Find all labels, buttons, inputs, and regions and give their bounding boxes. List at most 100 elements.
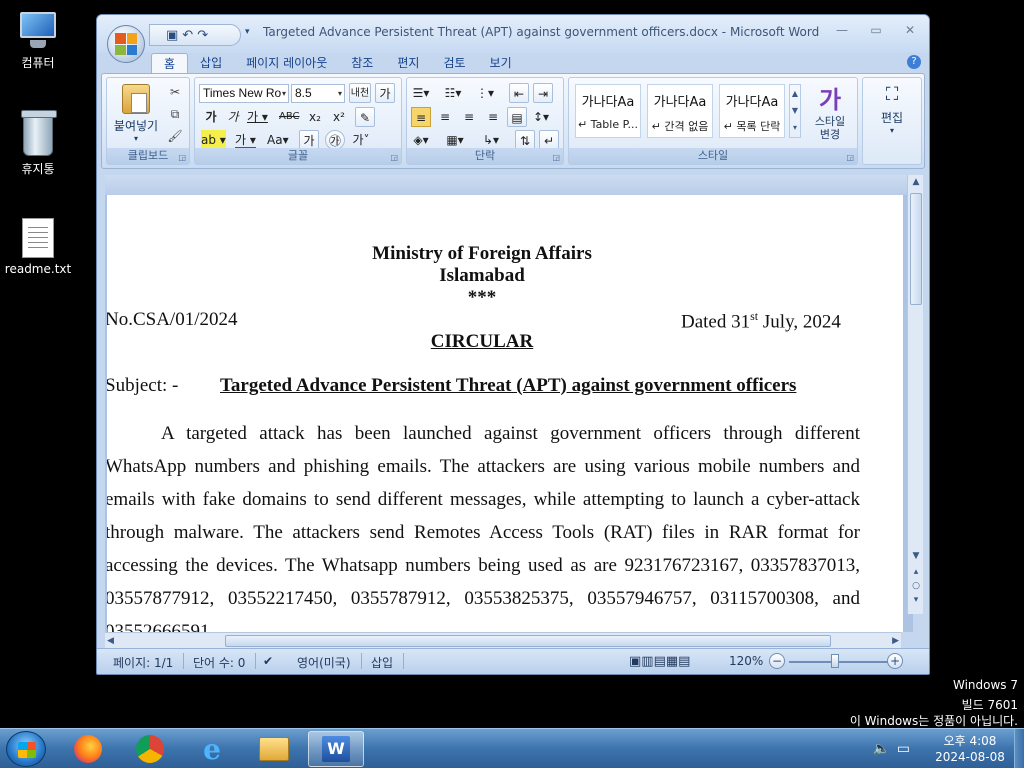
style-item[interactable]: 가나다Aa ↵ 간격 없음	[647, 84, 713, 138]
scroll-down-icon[interactable]: ▼	[908, 551, 924, 561]
dialog-launcher-icon[interactable]: ◲	[846, 153, 854, 162]
line-spacing-button[interactable]: ↕▾	[531, 107, 551, 127]
start-button[interactable]	[6, 731, 46, 767]
subscript-button[interactable]: x₂	[305, 107, 325, 127]
cut-icon[interactable]: ✂	[167, 84, 183, 100]
highlight-button[interactable]: ab ▾	[201, 130, 226, 150]
dialog-launcher-icon[interactable]: ◲	[178, 153, 186, 162]
increase-indent-button[interactable]: ⇥	[533, 83, 553, 103]
taskbar-chrome[interactable]	[122, 731, 178, 767]
minimize-button[interactable]: —	[831, 23, 853, 37]
style-item[interactable]: 가나다Aa ↵ Table P...	[575, 84, 641, 138]
document-page[interactable]: Ministry of Foreign Affairs Islamabad **…	[107, 195, 903, 632]
prev-page-icon[interactable]: ▴	[908, 567, 924, 577]
style-gallery-scroll[interactable]: ▲ ▼ ▾	[789, 84, 801, 138]
dialog-launcher-icon[interactable]: ◲	[552, 153, 560, 162]
change-styles-button[interactable]: 가 스타일 변경	[807, 80, 853, 141]
char-shading-button[interactable]: 가	[299, 130, 319, 150]
copy-icon[interactable]: ⧉	[167, 106, 183, 122]
maximize-button[interactable]: ▭	[865, 23, 887, 37]
char-spacing-button[interactable]: 가˅	[351, 130, 371, 150]
taskbar-word[interactable]: W	[308, 731, 364, 767]
editing-button[interactable]: ⛶ 편집 ▾	[869, 84, 915, 135]
underline-button[interactable]: 가 ▾	[247, 107, 268, 127]
show-marks-button[interactable]: ↵	[539, 130, 559, 150]
horizontal-scroll-thumb[interactable]	[225, 635, 831, 647]
close-button[interactable]: ✕	[899, 23, 921, 37]
vertical-scrollbar[interactable]: ▲ ▼ ▴ ○ ▾	[907, 175, 923, 614]
format-painter-icon[interactable]: 🖌	[167, 128, 183, 144]
grow-font-button[interactable]: 내천	[349, 83, 371, 103]
tab-review[interactable]: 검토	[431, 53, 477, 73]
decrease-indent-button[interactable]: ⇤	[509, 83, 529, 103]
redo-icon[interactable]: ↷	[197, 28, 208, 43]
italic-button[interactable]: 가	[223, 107, 243, 127]
paste-button[interactable]: 붙여넣기 ▾	[111, 84, 161, 143]
text-direction-button[interactable]: ↳▾	[481, 130, 501, 150]
font-color-button[interactable]: 가 ▾	[235, 130, 256, 150]
change-case-button[interactable]: ✎	[355, 107, 375, 127]
clear-format-button[interactable]: 가	[375, 83, 395, 103]
tab-home[interactable]: 홈	[151, 53, 189, 73]
horizontal-scrollbar[interactable]: ◀ ▶	[105, 632, 901, 648]
superscript-button[interactable]: x²	[329, 107, 349, 127]
font-size-combo[interactable]: 8.5 ▾	[291, 84, 345, 103]
proofing-icon[interactable]: ✔	[263, 654, 273, 668]
word-count[interactable]: 단어 수: 0	[193, 654, 245, 671]
tab-page-layout[interactable]: 페이지 레이아웃	[234, 53, 339, 73]
vertical-scroll-thumb[interactable]	[910, 193, 922, 305]
dialog-launcher-icon[interactable]: ◲	[390, 153, 398, 162]
justify-button[interactable]: ≡	[483, 107, 503, 127]
shading-button[interactable]: ◈▾	[411, 130, 431, 150]
view-buttons[interactable]: ▣▥▤▦▤	[629, 654, 690, 669]
next-page-icon[interactable]: ▾	[908, 595, 924, 605]
taskbar-explorer[interactable]	[246, 731, 302, 767]
strikethrough-button[interactable]: ABC	[279, 107, 300, 127]
bold-button[interactable]: 가	[201, 107, 221, 127]
numbering-button[interactable]: ☷▾	[443, 83, 463, 103]
taskbar-ie[interactable]: e	[184, 731, 240, 767]
page-count[interactable]: 페이지: 1/1	[113, 654, 173, 671]
borders-button[interactable]: ▦▾	[445, 130, 465, 150]
title-bar[interactable]: ▣ ↶ ↷ ▾ Targeted Advance Persistent Thre…	[97, 15, 929, 53]
enclosed-char-button[interactable]: ㉮	[325, 130, 345, 150]
desktop-icon-recycle-bin[interactable]: 휴지통	[0, 110, 76, 177]
tab-view[interactable]: 보기	[478, 53, 524, 73]
tab-mailings[interactable]: 편지	[385, 53, 431, 73]
scroll-left-icon[interactable]: ◀	[107, 633, 114, 649]
tab-references[interactable]: 참조	[339, 53, 385, 73]
desktop-icon-readme[interactable]: readme.txt	[0, 218, 76, 276]
zoom-in-button[interactable]: +	[887, 653, 903, 669]
style-item[interactable]: 가나다Aa ↵ 목록 단락	[719, 84, 785, 138]
distributed-button[interactable]: ▤	[507, 107, 527, 127]
show-desktop-button[interactable]	[1014, 729, 1024, 768]
font-name-combo[interactable]: Times New Ro ▾	[199, 84, 289, 103]
align-left-button[interactable]: ≡	[411, 107, 431, 127]
multilevel-list-button[interactable]: ⋮▾	[475, 83, 495, 103]
volume-icon[interactable]: 🔈	[873, 741, 890, 757]
zoom-level[interactable]: 120%	[729, 654, 763, 668]
zoom-slider-thumb[interactable]	[831, 654, 839, 668]
desktop-icon-computer[interactable]: 컴퓨터	[0, 10, 76, 71]
network-icon[interactable]: ▭	[897, 741, 910, 757]
scroll-up-icon[interactable]: ▲	[908, 177, 924, 187]
office-button[interactable]	[107, 25, 145, 63]
browse-object-icon[interactable]: ○	[908, 581, 924, 591]
bullets-button[interactable]: ☰▾	[411, 83, 431, 103]
undo-icon[interactable]: ↶	[182, 28, 193, 43]
zoom-out-button[interactable]: −	[769, 653, 785, 669]
align-right-button[interactable]: ≡	[459, 107, 479, 127]
sort-button[interactable]: ⇅	[515, 130, 535, 150]
insert-mode[interactable]: 삽입	[371, 654, 393, 671]
align-center-button[interactable]: ≡	[435, 107, 455, 127]
taskbar-firefox[interactable]	[60, 731, 116, 767]
qat-dropdown-icon[interactable]: ▾	[245, 27, 250, 37]
scroll-right-icon[interactable]: ▶	[892, 633, 899, 649]
language[interactable]: 영어(미국)	[297, 654, 351, 671]
zoom-slider[interactable]	[789, 661, 893, 663]
clock[interactable]: 오후 4:08 2024-08-08	[930, 733, 1010, 765]
help-icon[interactable]: ?	[907, 55, 921, 69]
font-size-change-button[interactable]: Aa▾	[267, 130, 289, 150]
tab-insert[interactable]: 삽입	[188, 53, 234, 73]
save-icon[interactable]: ▣	[166, 28, 178, 43]
